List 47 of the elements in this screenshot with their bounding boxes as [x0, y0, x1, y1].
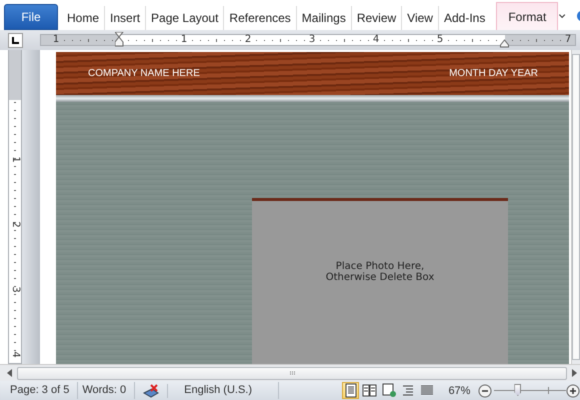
date-text: MONTH DAY YEAR — [449, 68, 538, 79]
language-text[interactable]: English (U.S.) — [168, 382, 279, 399]
ruler-number: 1 — [10, 155, 21, 165]
company-name: COMPANY NAME HERE — [88, 68, 200, 79]
ruler-number: 1 — [52, 34, 60, 45]
page-count[interactable]: Page: 3 of 5 — [6, 382, 78, 399]
zoom-out-button[interactable] — [478, 384, 492, 398]
zoom-in-button[interactable] — [566, 384, 580, 398]
ruler-number: 5 — [436, 34, 444, 45]
proofing-icon[interactable] — [143, 384, 160, 398]
file-tab[interactable]: File — [4, 4, 58, 30]
horizontal-scrollbar[interactable] — [0, 364, 580, 381]
view-button[interactable] — [380, 382, 398, 399]
print-layout-icon — [343, 383, 358, 398]
ruler-number: 4 — [10, 350, 21, 360]
plus-icon — [566, 384, 580, 398]
ruler-margin — [9, 50, 21, 100]
help-icon[interactable] — [576, 8, 580, 24]
scroll-right-icon[interactable] — [571, 368, 578, 378]
view-button[interactable] — [361, 382, 378, 399]
minus-icon — [478, 384, 492, 398]
ruler-number: 3 — [10, 285, 21, 295]
ruler-number: 2 — [244, 34, 252, 45]
right-indent-marker[interactable] — [500, 39, 509, 48]
outline-icon — [400, 383, 416, 398]
slider-thumb[interactable] — [514, 384, 522, 396]
ruler-number: 4 — [372, 34, 380, 45]
view-button[interactable] — [342, 382, 360, 399]
grip-icon — [290, 371, 294, 375]
ribbon-tab[interactable]: Format — [496, 2, 558, 30]
placeholder-text: Place Photo Here, Otherwise Delete Box — [326, 260, 434, 282]
ruler-number: 3 — [308, 34, 316, 45]
photo-placeholder-box[interactable]: Place Photo Here, Otherwise Delete Box — [252, 198, 508, 364]
indent-marker[interactable] — [115, 32, 124, 47]
scroll-left-icon[interactable] — [6, 368, 13, 378]
ribbon-tab[interactable]: Home — [62, 6, 104, 30]
zoom-slider[interactable] — [494, 383, 566, 398]
web-layout-icon — [381, 383, 396, 398]
tab-stop-selector[interactable] — [8, 32, 23, 48]
word-count[interactable]: Words: 0 — [78, 382, 136, 399]
zoom-level[interactable]: 67% — [448, 384, 470, 396]
reading-view-icon — [362, 383, 378, 398]
ruler-number: 2 — [10, 220, 21, 230]
tab-stop-icon — [11, 36, 20, 44]
ruler-number: 7 — [564, 34, 572, 45]
scroll-thumb[interactable] — [17, 366, 567, 380]
ruler-number: 1 — [180, 34, 188, 45]
